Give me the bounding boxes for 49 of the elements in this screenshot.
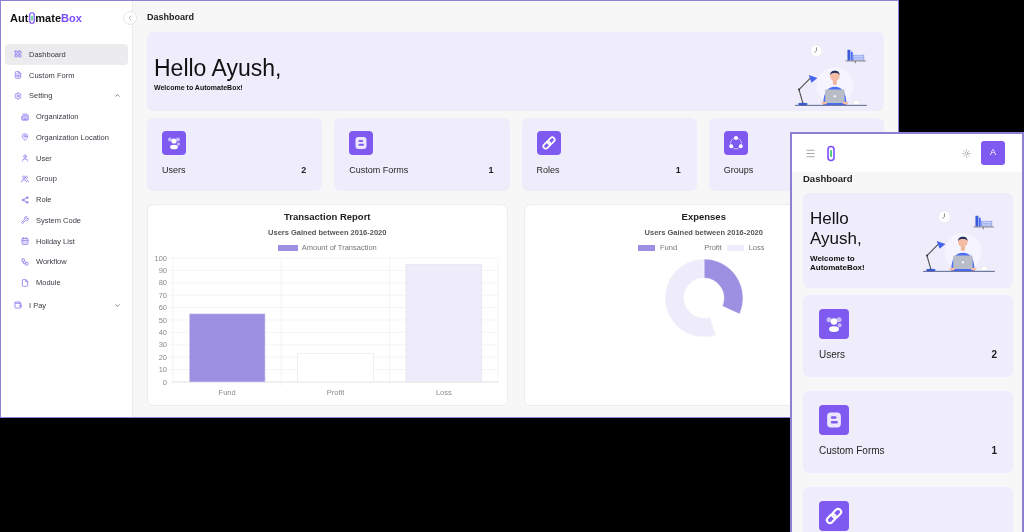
greeting: Hello Ayush, — [810, 209, 863, 249]
logo-text: Aut — [10, 11, 29, 25]
nodes-icon — [21, 195, 29, 204]
form-icon — [349, 131, 374, 155]
menu-icon[interactable] — [805, 147, 816, 159]
wrench-icon — [21, 216, 29, 225]
link-icon — [536, 131, 561, 155]
page-title: Dashboard — [803, 174, 854, 184]
card-title: Transaction Report — [283, 211, 371, 222]
greeting: Hello Ayush, — [154, 54, 282, 81]
welcome-text: Welcome to AutomateBox! — [810, 254, 866, 272]
logo-text: mateBox — [35, 11, 82, 25]
calendar-icon — [21, 237, 29, 246]
collapse-button[interactable] — [123, 11, 137, 25]
document-icon — [14, 71, 22, 80]
sun-icon[interactable] — [962, 148, 971, 158]
avatar[interactable]: A — [981, 141, 1005, 165]
form-icon — [819, 405, 849, 435]
page-icon — [21, 278, 29, 287]
people-icon — [21, 174, 29, 183]
link-icon — [28, 12, 35, 24]
stat-label: Custom Forms — [349, 165, 409, 176]
chevron-down-icon[interactable] — [114, 301, 121, 309]
grid-icon — [14, 50, 22, 59]
pin-icon — [21, 133, 29, 142]
page-title: Dashboard — [147, 12, 195, 22]
link-icon — [827, 144, 835, 162]
stat-label: Custom Forms — [819, 445, 885, 457]
people-icon — [819, 309, 849, 339]
chevron-up-icon[interactable] — [114, 92, 121, 100]
stat-label: Users — [162, 165, 186, 176]
nodes-icon — [723, 131, 748, 155]
stat-label: Users — [819, 349, 846, 361]
stat-label: Groups — [723, 165, 754, 176]
building-icon — [21, 112, 29, 121]
stat-label: Roles — [536, 165, 560, 176]
stat-count: 1 — [991, 445, 997, 457]
stat-count: 2 — [991, 349, 997, 361]
gear-icon — [14, 91, 22, 100]
stat-count: 1 — [488, 165, 494, 176]
stat-count: 1 — [675, 165, 681, 176]
stat-count: 2 — [301, 165, 307, 176]
workflow-icon — [21, 257, 29, 266]
link-icon — [819, 501, 849, 531]
people-icon — [162, 131, 186, 155]
chevron-left-icon — [126, 14, 134, 22]
person-icon — [21, 154, 29, 163]
card-title: Expenses — [681, 211, 726, 222]
wallet-icon — [14, 301, 22, 310]
